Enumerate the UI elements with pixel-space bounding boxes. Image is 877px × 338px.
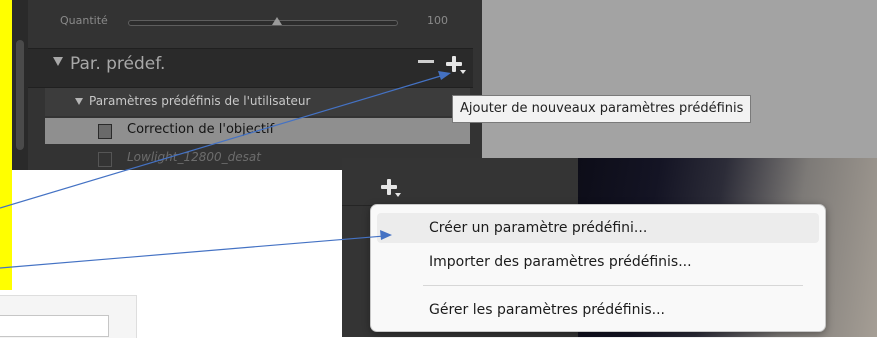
- annotation-arrows: [0, 71, 451, 269]
- arrow-to-plus-button: [0, 74, 445, 209]
- arrow-head-icon: [380, 230, 392, 240]
- arrow-head-icon: [438, 71, 451, 80]
- arrow-to-create-item: [0, 235, 385, 269]
